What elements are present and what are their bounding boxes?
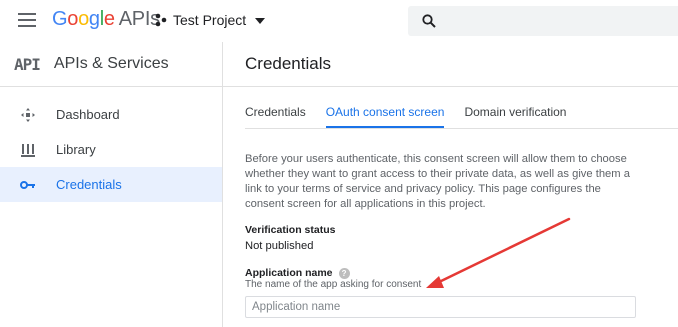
consent-description: Before your users authenticate, this con…	[245, 153, 630, 210]
help-icon[interactable]: ?	[338, 267, 350, 279]
main-content: Credentials Credentials OAuth consent sc…	[223, 42, 678, 327]
tab-oauth-consent-screen[interactable]: OAuth consent screen	[325, 98, 445, 128]
tab-domain-verification[interactable]: Domain verification	[464, 98, 566, 126]
application-name-input[interactable]	[245, 296, 636, 318]
logo-apis: APIs	[118, 8, 160, 30]
hamburger-menu-icon[interactable]	[18, 13, 36, 27]
sidebar-item-label: Credentials	[56, 177, 122, 192]
google-apis-logo[interactable]: Google APIs	[52, 8, 160, 31]
sidebar-title: APIs & Services	[53, 55, 169, 72]
tabs-divider	[245, 128, 678, 129]
search-bar[interactable]	[408, 6, 678, 36]
sidebar-item-credentials[interactable]: Credentials	[0, 167, 222, 202]
page-header: Credentials	[223, 42, 678, 87]
api-badge: API	[14, 54, 41, 74]
sidebar-header: API APIs & Services	[0, 42, 222, 87]
sidebar-item-label: Library	[56, 142, 96, 157]
top-app-bar: Google APIs Test Project	[0, 0, 678, 42]
sidebar: API APIs & Services Dashboard Library Cr…	[0, 42, 223, 327]
dashboard-icon	[20, 107, 36, 123]
application-name-help: The name of the app asking for consent	[245, 279, 422, 290]
library-icon	[20, 142, 36, 158]
project-selector[interactable]: Test Project	[155, 12, 266, 28]
application-name-label: Application name	[245, 267, 333, 279]
sidebar-item-dashboard[interactable]: Dashboard	[0, 97, 222, 132]
tab-credentials[interactable]: Credentials	[245, 98, 306, 126]
search-icon	[422, 14, 436, 28]
tab-bar: Credentials OAuth consent screen Domain …	[245, 98, 586, 128]
key-icon	[20, 177, 36, 193]
application-name-label-row: Application name?	[245, 267, 350, 279]
project-name: Test Project	[173, 12, 247, 28]
sidebar-item-label: Dashboard	[56, 107, 120, 122]
dropdown-caret-icon	[255, 18, 266, 24]
logo-google: Google	[52, 8, 115, 30]
page-title: Credentials	[245, 54, 331, 73]
project-dots-icon	[155, 13, 167, 27]
verification-status-label: Verification status	[245, 224, 336, 236]
verification-status-value: Not published	[245, 240, 314, 252]
sidebar-item-library[interactable]: Library	[0, 132, 222, 167]
